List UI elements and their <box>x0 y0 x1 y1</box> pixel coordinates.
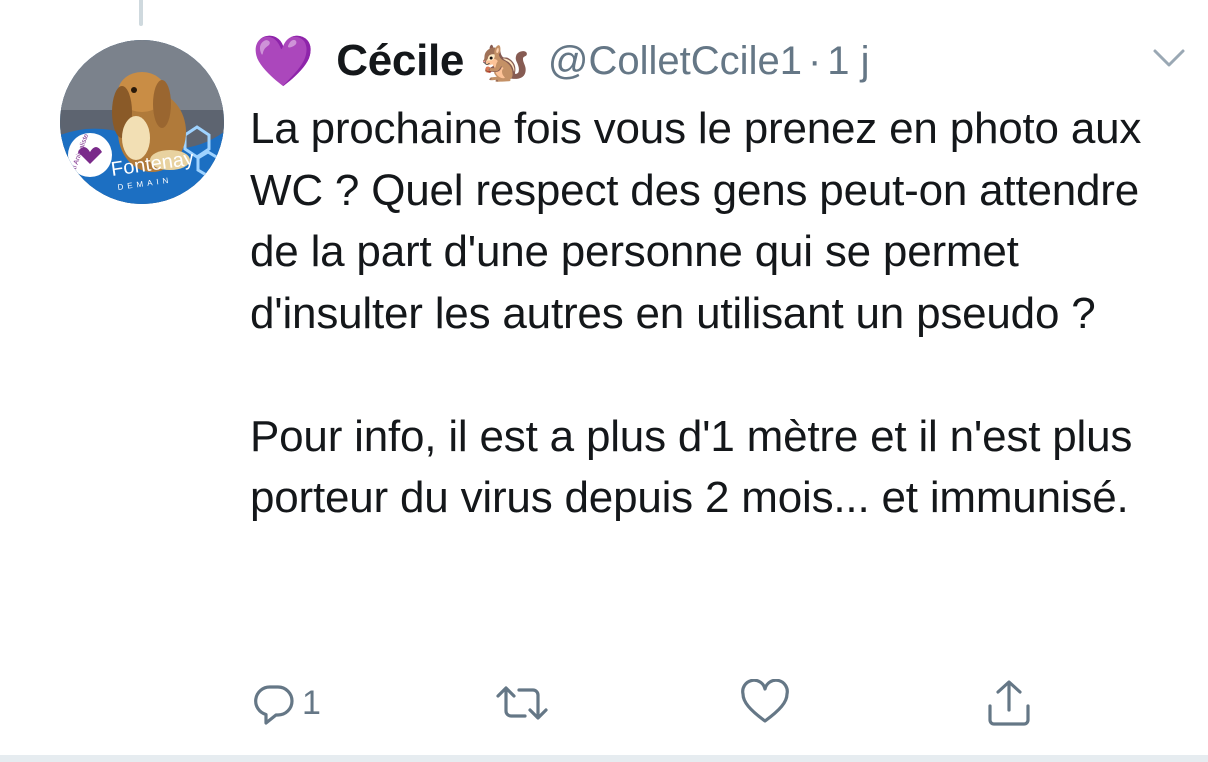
tweet-paragraph: La prochaine fois vous le prenez en phot… <box>250 104 1142 338</box>
reply-count: 1 <box>302 683 321 722</box>
retweet-button[interactable] <box>494 676 550 730</box>
heart-icon <box>741 679 789 723</box>
display-name[interactable]: Cécile <box>336 36 464 86</box>
divider <box>0 755 1208 762</box>
like-button[interactable] <box>740 676 790 730</box>
share-button[interactable] <box>984 676 1034 730</box>
reply-button[interactable]: 1 <box>250 676 321 730</box>
avatar-image: Parti Animaliste Fontenay DEMAIN <box>60 40 224 204</box>
retweet-icon <box>496 686 548 720</box>
squirrel-emoji: 🐿️ <box>480 39 530 84</box>
separator-dot: · <box>807 38 822 83</box>
action-bar: 1 <box>250 676 1050 730</box>
timestamp[interactable]: 1 j <box>827 39 869 84</box>
tweet-text: La prochaine fois vous le prenez en phot… <box>250 98 1190 529</box>
share-icon <box>988 680 1030 726</box>
reply-icon <box>254 685 294 725</box>
avatar[interactable]: Parti Animaliste Fontenay DEMAIN <box>60 40 224 204</box>
purple-heart-emoji: 💜 <box>252 33 315 89</box>
tweet-paragraph: Pour info, il est a plus d'1 mètre et il… <box>250 411 1133 523</box>
tweet-header: 💜 Cécile 🐿️ @ColletCcile1 · 1 j <box>252 30 870 92</box>
tweet[interactable]: Parti Animaliste Fontenay DEMAIN 💜 Cécil… <box>0 0 1208 762</box>
user-handle[interactable]: @ColletCcile1 <box>548 39 802 84</box>
thread-line <box>139 0 143 26</box>
chevron-down-icon[interactable] <box>1152 46 1186 70</box>
